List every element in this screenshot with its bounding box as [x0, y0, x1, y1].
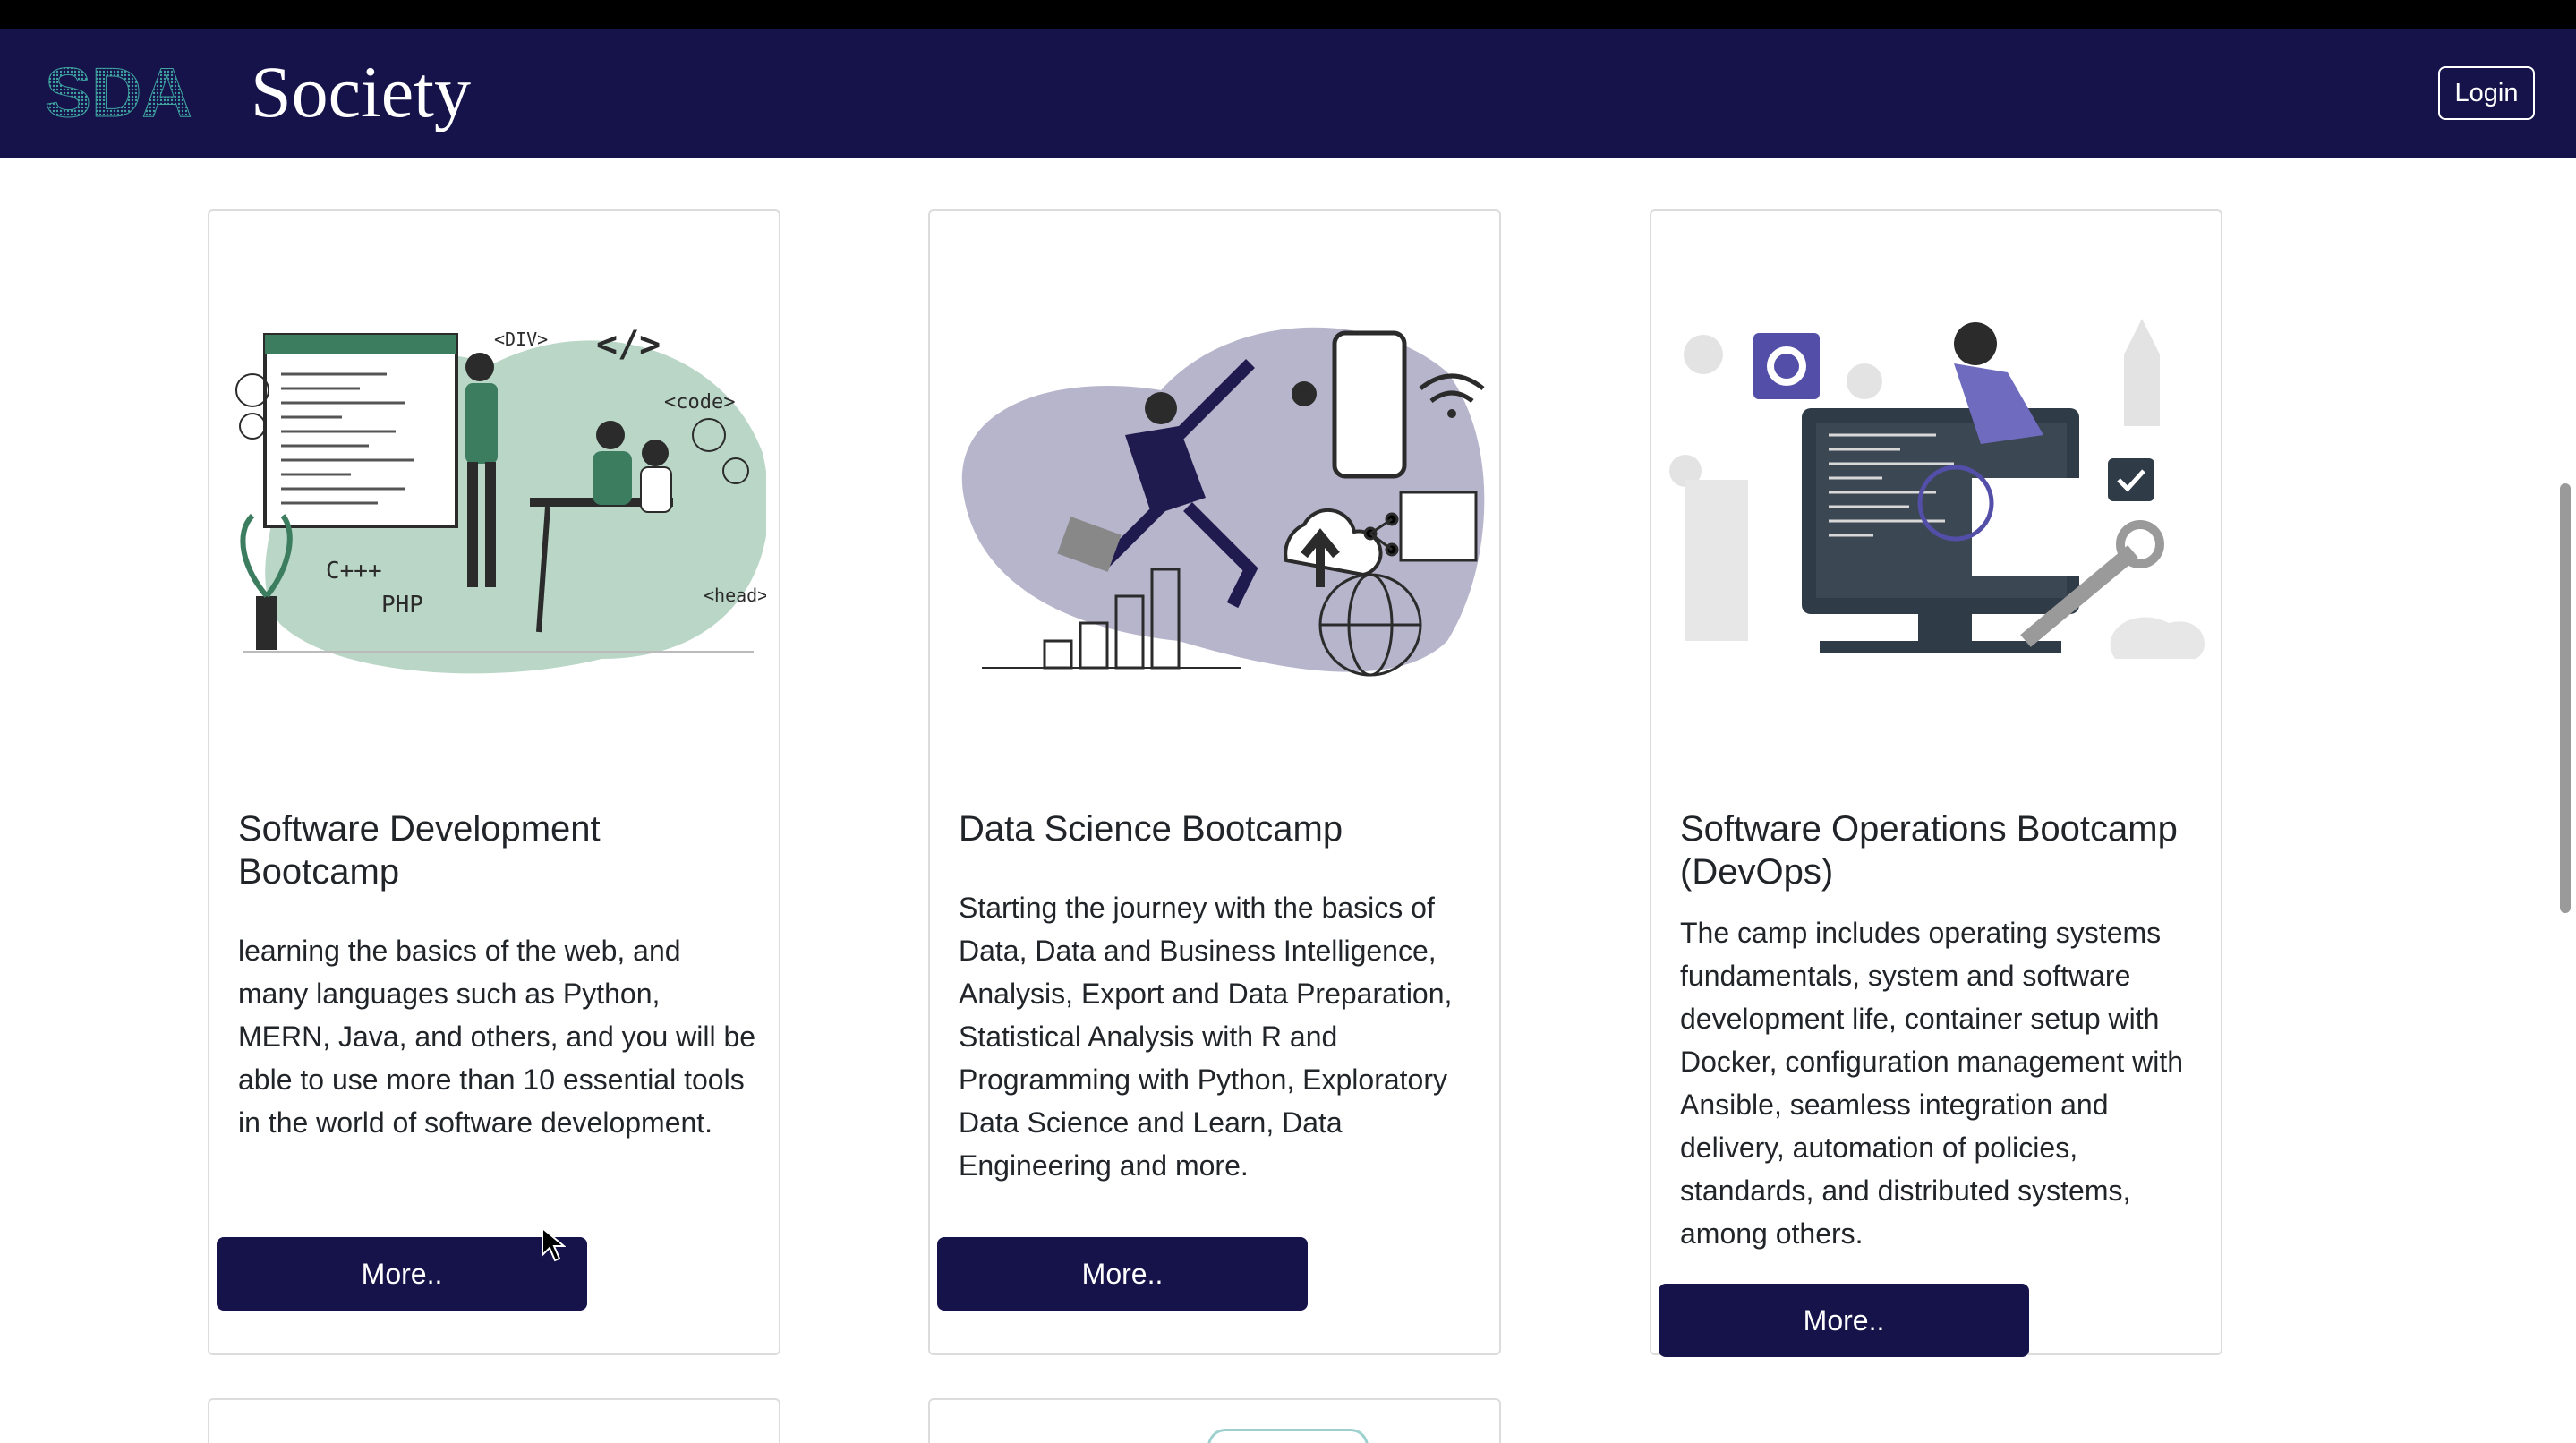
- more-button[interactable]: More..: [1659, 1284, 2029, 1357]
- svg-text:C+++: C+++: [326, 558, 382, 585]
- bootcamp-card-devops: Software Operations Bootcamp (DevOps) Th…: [1650, 209, 2222, 1357]
- sda-logo[interactable]: SDA: [45, 56, 206, 127]
- brand-title[interactable]: Society: [251, 43, 471, 141]
- partial-card-image-edge: [1207, 1429, 1369, 1443]
- bootcamp-card-software-development: <DIV> </> <code> C+++ PHP <head> Softwar…: [208, 209, 780, 1355]
- svg-text:<code>: <code>: [664, 391, 735, 414]
- data-science-illustration: [961, 327, 1485, 677]
- more-button[interactable]: More..: [937, 1237, 1308, 1311]
- more-button[interactable]: More..: [217, 1237, 587, 1311]
- card-title: Software Development Bootcamp: [238, 809, 601, 892]
- svg-text:SDA: SDA: [45, 56, 192, 127]
- svg-text:</>: </>: [596, 324, 661, 365]
- page-scrollbar[interactable]: [2560, 483, 2571, 913]
- card-title: Software Operations Bootcamp (DevOps): [1680, 809, 2178, 892]
- browser-top-strip: [0, 0, 2576, 29]
- svg-text:<head>: <head>: [704, 585, 766, 606]
- bootcamp-list: <DIV> </> <code> C+++ PHP <head> Softwar…: [0, 158, 2576, 1443]
- bootcamp-card-partial-2: [928, 1398, 1501, 1443]
- card-description: learning the basics of the web, and many…: [238, 935, 756, 1139]
- card-description: The camp includes operating systems fund…: [1680, 917, 2184, 1250]
- bootcamp-card-partial-1: [208, 1398, 780, 1443]
- mouse-pointer-icon: [542, 1226, 566, 1262]
- card-title: Data Science Bootcamp: [959, 809, 1343, 849]
- svg-text:PHP: PHP: [381, 592, 423, 619]
- svg-text:<DIV>: <DIV>: [494, 329, 548, 350]
- card-description: Starting the journey with the basics of …: [959, 892, 1453, 1182]
- software-development-illustration: <DIV> </> <code> C+++ PHP <head>: [235, 324, 766, 674]
- login-button[interactable]: Login: [2438, 66, 2535, 120]
- devops-illustration: [1669, 319, 2205, 659]
- navbar: SDA Society Login: [0, 29, 2576, 158]
- bootcamp-card-data-science: Data Science Bootcamp Starting the journ…: [928, 209, 1501, 1355]
